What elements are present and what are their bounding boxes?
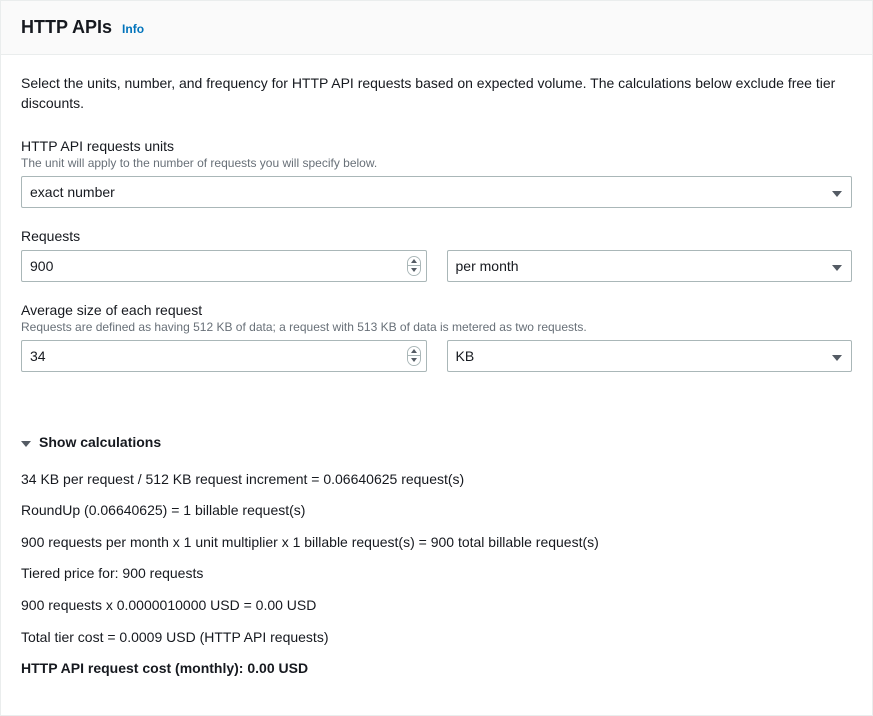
- calculations-block: 34 KB per request / 512 KB request incre…: [21, 470, 852, 679]
- chevron-down-icon: [411, 358, 417, 362]
- avg-size-field: Average size of each request Requests ar…: [21, 302, 852, 372]
- units-label: HTTP API requests units: [21, 138, 852, 154]
- calc-line: 900 requests x 0.0000010000 USD = 0.00 U…: [21, 596, 852, 616]
- chevron-up-icon: [411, 259, 417, 263]
- avg-size-hint: Requests are defined as having 512 KB of…: [21, 320, 852, 334]
- units-select[interactable]: exact number: [21, 176, 852, 208]
- calc-line: Total tier cost = 0.0009 USD (HTTP API r…: [21, 628, 852, 648]
- calc-line: 34 KB per request / 512 KB request incre…: [21, 470, 852, 490]
- requests-number-input[interactable]: [21, 250, 427, 282]
- avg-size-step-down-button[interactable]: [408, 356, 420, 365]
- avg-size-number-wrap: [21, 340, 427, 372]
- units-field: HTTP API requests units The unit will ap…: [21, 138, 852, 208]
- show-calculations-label: Show calculations: [39, 434, 161, 450]
- chevron-down-icon: [21, 434, 31, 450]
- panel-header: HTTP APIs Info: [1, 1, 872, 55]
- calc-line: 900 requests per month x 1 unit multipli…: [21, 533, 852, 553]
- requests-label: Requests: [21, 228, 852, 244]
- units-select-wrap: exact number: [21, 176, 852, 208]
- panel-title: HTTP APIs: [21, 17, 112, 38]
- calc-line: RoundUp (0.06640625) = 1 billable reques…: [21, 501, 852, 521]
- description-text: Select the units, number, and frequency …: [21, 73, 852, 114]
- calc-total: HTTP API request cost (monthly): 0.00 US…: [21, 659, 852, 679]
- requests-frequency-select[interactable]: per month: [447, 250, 853, 282]
- avg-size-unit-wrap: KB: [447, 340, 853, 372]
- avg-size-label: Average size of each request: [21, 302, 852, 318]
- chevron-down-icon: [411, 268, 417, 272]
- info-link[interactable]: Info: [122, 22, 144, 36]
- requests-number-wrap: [21, 250, 427, 282]
- panel-body: Select the units, number, and frequency …: [1, 55, 872, 715]
- requests-frequency-wrap: per month: [447, 250, 853, 282]
- avg-size-unit-select[interactable]: KB: [447, 340, 853, 372]
- units-hint: The unit will apply to the number of req…: [21, 156, 852, 170]
- show-calculations-toggle[interactable]: Show calculations: [21, 434, 852, 450]
- avg-size-step-up-button[interactable]: [408, 347, 420, 357]
- requests-field: Requests: [21, 228, 852, 282]
- calc-line: Tiered price for: 900 requests: [21, 564, 852, 584]
- chevron-up-icon: [411, 349, 417, 353]
- avg-size-number-input[interactable]: [21, 340, 427, 372]
- http-apis-panel: HTTP APIs Info Select the units, number,…: [0, 0, 873, 716]
- requests-step-up-button[interactable]: [408, 257, 420, 267]
- requests-step-down-button[interactable]: [408, 266, 420, 275]
